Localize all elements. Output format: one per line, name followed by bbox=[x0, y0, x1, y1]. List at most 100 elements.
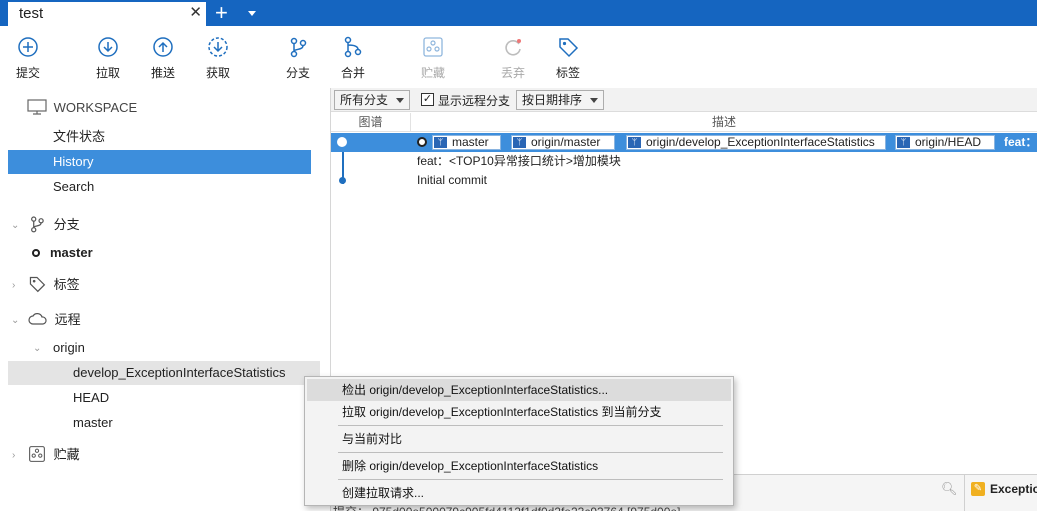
graph-node bbox=[339, 177, 346, 184]
menu-item-pull-into-current[interactable]: 拉取 origin/develop_ExceptionInterfaceStat… bbox=[307, 401, 731, 423]
sidebar: WORKSPACE 文件状态 History Search ⌄ 分支 maste… bbox=[0, 88, 331, 511]
stashes-label: 贮藏 bbox=[53, 447, 80, 462]
stash-button[interactable]: 贮藏 bbox=[411, 36, 455, 81]
repo-tab[interactable]: test ✕ bbox=[8, 2, 206, 26]
tag-icon bbox=[29, 276, 46, 293]
push-label: 推送 bbox=[150, 66, 175, 80]
ref-label: master bbox=[452, 135, 489, 149]
commit-row[interactable]: Initial commit bbox=[331, 171, 1037, 190]
tag-button[interactable]: 标签 bbox=[546, 36, 590, 81]
tag-label: 标签 bbox=[555, 66, 580, 80]
file-name[interactable]: Exception bbox=[990, 482, 1037, 496]
ref-badge[interactable]: ᛘ master bbox=[432, 135, 501, 150]
sidebar-item-remote-branch[interactable]: develop_ExceptionInterfaceStatistics bbox=[8, 361, 320, 385]
commit-button[interactable]: 提交 bbox=[6, 36, 50, 81]
menu-item-diff-current[interactable]: 与当前对比 bbox=[307, 428, 731, 450]
workspace-label: WORKSPACE bbox=[53, 100, 138, 115]
ref-label: origin/HEAD bbox=[915, 135, 982, 149]
fetch-icon bbox=[208, 37, 228, 57]
show-remote-checkbox[interactable]: ✓ bbox=[421, 93, 434, 106]
show-remote-label[interactable]: 显示远程分支 bbox=[438, 92, 510, 109]
sidebar-item-branch-master[interactable]: master bbox=[32, 241, 93, 265]
sidebar-item-history[interactable]: History bbox=[8, 150, 311, 174]
branch-icon: ᛘ bbox=[434, 137, 447, 148]
commit-row[interactable]: feat：<TOP10异常接口统计>增加模块 bbox=[331, 152, 1037, 171]
push-button[interactable]: 推送 bbox=[141, 36, 185, 81]
search-icon[interactable]: 🔍︎ bbox=[941, 481, 958, 497]
filter-bar: 所有分支 ✓ 显示远程分支 按日期排序 bbox=[331, 88, 1037, 112]
sidebar-section-remotes[interactable]: 远程 bbox=[28, 308, 81, 332]
ref-label: origin/develop_ExceptionInterfaceStatist… bbox=[646, 135, 875, 149]
chevron-down-icon bbox=[396, 98, 404, 103]
fetch-label: 获取 bbox=[205, 66, 230, 80]
discard-icon bbox=[505, 39, 521, 56]
workspace-header: WORKSPACE bbox=[27, 96, 137, 120]
sidebar-item-file-status[interactable]: 文件状态 bbox=[8, 125, 311, 149]
branch-icon: ᛘ bbox=[897, 137, 910, 148]
sidebar-section-stashes[interactable]: 贮藏 bbox=[28, 443, 80, 467]
commit-list-header: 图谱 描述 bbox=[331, 113, 1037, 132]
context-menu: 检出 origin/develop_ExceptionInterfaceStat… bbox=[304, 376, 734, 506]
pull-button[interactable]: 拉取 bbox=[86, 36, 130, 81]
branch-filter-select[interactable]: 所有分支 bbox=[334, 90, 410, 110]
menu-item-delete[interactable]: 删除 origin/develop_ExceptionInterfaceStat… bbox=[307, 455, 731, 477]
tab-title: test bbox=[19, 5, 44, 22]
menu-separator bbox=[338, 479, 723, 480]
ref-label: origin/master bbox=[531, 135, 601, 149]
column-description[interactable]: 描述 bbox=[411, 113, 1037, 132]
branch-master-label: master bbox=[50, 245, 93, 260]
sidebar-item-remote-branch[interactable]: master bbox=[73, 411, 113, 435]
chevron-down-icon[interactable]: ⌄ bbox=[11, 220, 19, 231]
branch-button[interactable]: 分支 bbox=[276, 36, 320, 81]
ref-badge[interactable]: ᛘ origin/develop_ExceptionInterfaceStatis… bbox=[626, 135, 886, 150]
branch-icon: ᛘ bbox=[513, 137, 526, 148]
branch-icon: ᛘ bbox=[628, 137, 641, 148]
discard-label: 丢弃 bbox=[500, 66, 525, 80]
discard-button[interactable]: 丢弃 bbox=[491, 36, 535, 81]
add-tab-icon[interactable]: + bbox=[215, 0, 228, 26]
fetch-button[interactable]: 获取 bbox=[196, 36, 240, 81]
monitor-icon bbox=[27, 99, 47, 115]
chevron-right-icon[interactable]: › bbox=[12, 280, 15, 291]
sidebar-section-tags[interactable]: 标签 bbox=[28, 273, 80, 297]
branch-icon bbox=[31, 216, 44, 233]
arrow-up-circle-icon bbox=[153, 37, 173, 57]
close-icon[interactable]: ✕ bbox=[189, 5, 202, 21]
sidebar-item-remote-origin[interactable]: origin bbox=[53, 336, 85, 360]
chevron-down-icon bbox=[590, 98, 598, 103]
stash-icon bbox=[29, 446, 45, 462]
menu-item-checkout[interactable]: 检出 origin/develop_ExceptionInterfaceStat… bbox=[307, 379, 731, 401]
modified-file-icon: ✎ bbox=[971, 482, 985, 496]
stash-icon bbox=[423, 37, 443, 57]
graph-node bbox=[337, 137, 347, 147]
sort-value: 按日期排序 bbox=[522, 93, 583, 107]
chevron-down-icon[interactable] bbox=[248, 11, 256, 16]
menu-separator bbox=[338, 425, 723, 426]
ref-badge[interactable]: ᛘ origin/HEAD bbox=[895, 135, 995, 150]
arrow-down-circle-icon bbox=[98, 37, 118, 57]
panel-divider bbox=[964, 475, 965, 511]
commit-label: 提交 bbox=[15, 66, 40, 80]
commit-message: feat：< bbox=[1004, 135, 1037, 149]
ref-badge[interactable]: ᛘ origin/master bbox=[511, 135, 615, 150]
chevron-down-icon[interactable]: ⌄ bbox=[33, 343, 41, 354]
chevron-right-icon[interactable]: › bbox=[12, 450, 15, 461]
plus-circle-icon bbox=[18, 37, 38, 57]
merge-button[interactable]: 合并 bbox=[331, 36, 375, 81]
merge-icon bbox=[344, 36, 362, 58]
merge-label: 合并 bbox=[340, 66, 365, 80]
head-indicator-icon bbox=[417, 137, 427, 147]
toolbar: 提交 拉取 推送 获取 分支 合并 贮藏 丢弃 标签 bbox=[0, 26, 1037, 88]
column-graph[interactable]: 图谱 bbox=[331, 113, 411, 132]
tab-bar: test ✕ + bbox=[0, 0, 1037, 26]
sidebar-item-remote-branch[interactable]: HEAD bbox=[73, 386, 109, 410]
sidebar-section-branches[interactable]: 分支 bbox=[28, 213, 80, 237]
menu-item-create-pr[interactable]: 创建拉取请求... bbox=[307, 482, 731, 504]
commit-row[interactable]: ᛘ master ᛘ origin/master ᛘ origin/develop_E… bbox=[331, 133, 1037, 152]
sort-select[interactable]: 按日期排序 bbox=[516, 90, 604, 110]
chevron-down-icon[interactable]: ⌄ bbox=[11, 315, 19, 326]
tag-icon bbox=[559, 38, 579, 58]
current-branch-icon bbox=[32, 249, 40, 257]
cloud-icon bbox=[28, 313, 47, 325]
sidebar-item-search[interactable]: Search bbox=[8, 175, 311, 199]
